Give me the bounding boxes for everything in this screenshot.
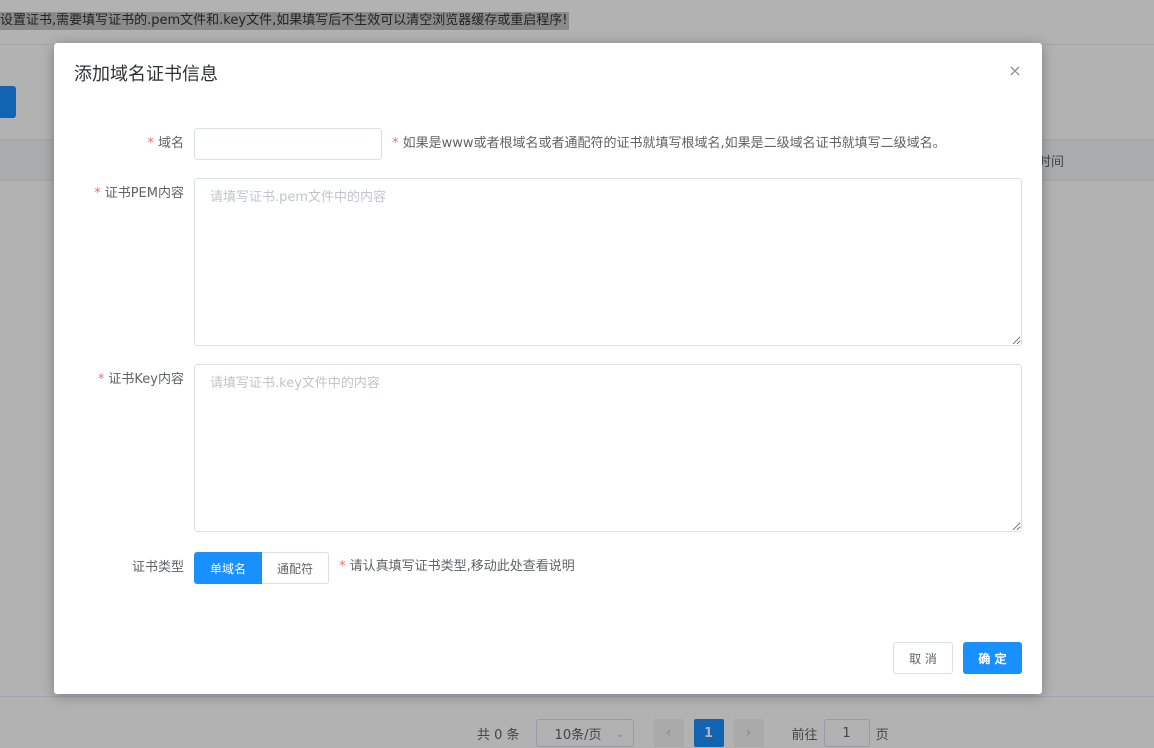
form-row-cert-type: 证书类型 单域名 通配符 * 请认真填写证书类型,移动此处查看说明	[54, 552, 1042, 584]
domain-hint-text: * 如果是www或者根域名或者通配符的证书就填写根域名,如果是二级域名证书就填写…	[392, 136, 946, 151]
form-row-key: * 证书Key内容	[54, 364, 1042, 532]
required-mark: *	[392, 136, 403, 151]
required-mark: *	[94, 186, 101, 201]
pem-textarea[interactable]	[194, 178, 1022, 346]
pem-label-text: 证书PEM内容	[104, 186, 184, 201]
confirm-button[interactable]: 确 定	[963, 642, 1022, 674]
required-mark: *	[97, 372, 105, 387]
hint-body: 如果是www或者根域名或者通配符的证书就填写根域名,如果是二级域名证书就填写二级…	[402, 136, 946, 151]
key-label-text: 证书Key内容	[108, 372, 184, 387]
key-label: * 证书Key内容	[98, 371, 184, 389]
page: 设置证书,需要填写证书的.pem文件和.key文件,如果填写后不生效可以清空浏览…	[0, 0, 1154, 748]
hint-body: 请认真填写证书类型,移动此处查看说明	[349, 559, 575, 574]
required-mark: *	[339, 559, 350, 574]
cert-type-label: 证书类型	[131, 560, 184, 575]
cert-type-hint[interactable]: * 请认真填写证书类型,移动此处查看说明	[339, 558, 575, 576]
pem-label: * 证书PEM内容	[94, 185, 184, 203]
add-domain-cert-dialog: 添加域名证书信息 × * 域名 * 如果是www或者根域名或者通配符的证书就填写根…	[54, 43, 1042, 694]
form-row-domain: * 域名 * 如果是www或者根域名或者通配符的证书就填写根域名,如果是二级域名证…	[54, 128, 1042, 160]
cert-type-wildcard[interactable]: 通配符	[262, 552, 329, 584]
cert-type-hint-text: * 请认真填写证书类型,移动此处查看说明	[339, 559, 575, 574]
cancel-button[interactable]: 取 消	[893, 642, 953, 674]
required-mark: *	[147, 136, 154, 151]
key-textarea[interactable]	[194, 364, 1022, 532]
close-icon[interactable]: ×	[1006, 61, 1024, 80]
domain-label-text: 域名	[157, 136, 184, 151]
domain-hint: * 如果是www或者根域名或者通配符的证书就填写根域名,如果是二级域名证书就填写…	[392, 135, 946, 153]
cert-type-single-domain[interactable]: 单域名	[194, 552, 262, 584]
cert-type-radio-group: 单域名 通配符	[194, 552, 329, 584]
domain-input[interactable]	[194, 128, 382, 160]
dialog-title: 添加域名证书信息	[74, 64, 218, 85]
domain-label: * 域名	[147, 135, 184, 153]
form-row-pem: * 证书PEM内容	[54, 178, 1042, 346]
